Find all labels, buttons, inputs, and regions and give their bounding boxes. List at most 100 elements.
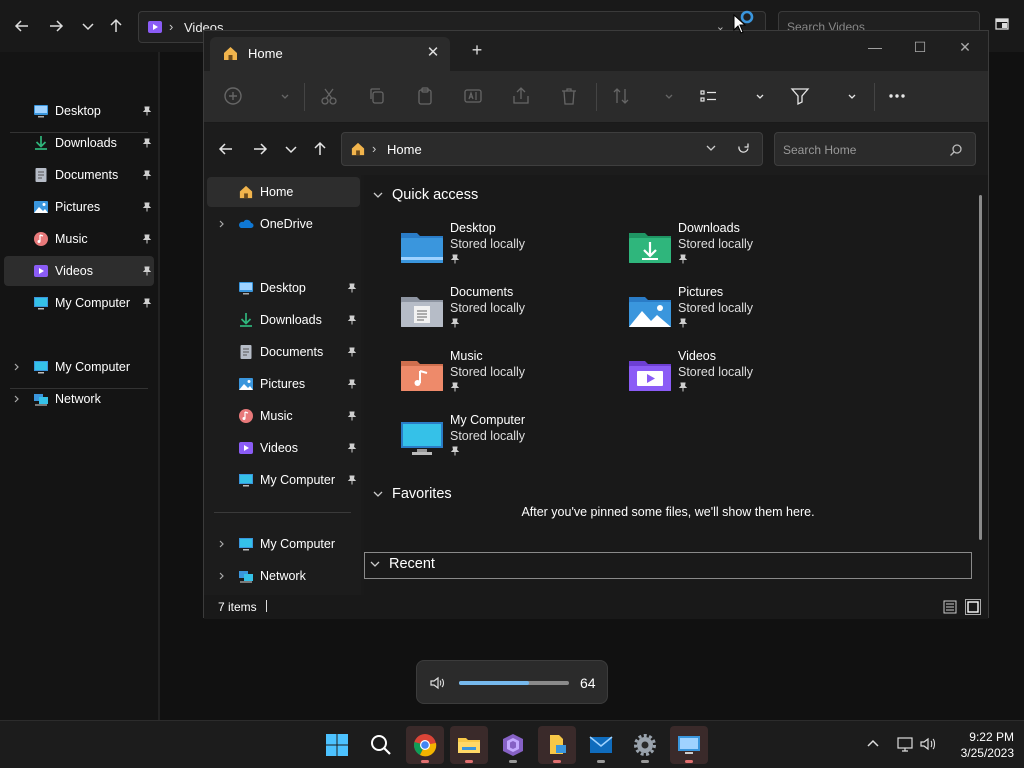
recent-header[interactable]: Recent: [364, 552, 972, 579]
favorites-header[interactable]: Favorites: [372, 486, 452, 502]
rename-icon[interactable]: [462, 85, 484, 107]
nav-item-my-computer[interactable]: My Computer: [207, 529, 360, 559]
close-window-button[interactable]: ✕: [950, 35, 980, 59]
quick-access-item-desktop[interactable]: Desktop Stored locally: [400, 221, 610, 277]
quick-access-item-downloads[interactable]: Downloads Stored locally: [628, 221, 838, 277]
sidebar-item-network[interactable]: Network: [4, 384, 154, 414]
sort-icon[interactable]: [610, 85, 632, 107]
view-icon[interactable]: [698, 85, 720, 107]
sidebar-item-music[interactable]: Music: [4, 224, 154, 254]
sort-dropdown-chevron-icon[interactable]: [658, 85, 680, 107]
show-hidden-icons-chevron-icon[interactable]: [864, 735, 882, 753]
home-icon: [350, 141, 366, 157]
desktop-folder-icon: [400, 229, 444, 265]
details-view-icon[interactable]: [943, 600, 957, 614]
volume-slider[interactable]: [459, 681, 569, 685]
new-tab-button[interactable]: +: [467, 40, 487, 60]
pane-divider[interactable]: [158, 52, 160, 720]
expand-chevron-icon[interactable]: [217, 571, 227, 581]
copy-icon[interactable]: [366, 85, 388, 107]
quick-access-item-videos[interactable]: Videos Stored locally: [628, 349, 838, 405]
nav-item-downloads[interactable]: Downloads: [207, 305, 360, 335]
collapse-chevron-icon[interactable]: [372, 189, 386, 201]
clock[interactable]: 9:22 PM 3/25/2023: [948, 729, 1014, 761]
breadcrumb-chevron-icon: ›: [169, 19, 174, 34]
nav-item-desktop[interactable]: Desktop: [207, 273, 360, 303]
back-arrow-icon[interactable]: [12, 16, 32, 36]
expand-chevron-icon[interactable]: [217, 539, 227, 549]
taskbar-search-button[interactable]: [362, 726, 400, 764]
taskbar-file-transfer[interactable]: [538, 726, 576, 764]
taskbar-chrome[interactable]: [406, 726, 444, 764]
close-tab-icon[interactable]: ✕: [424, 44, 442, 62]
collapse-chevron-icon[interactable]: [369, 558, 383, 570]
volume-tray-icon[interactable]: [919, 735, 937, 753]
sidebar-item-desktop[interactable]: Desktop: [4, 96, 154, 126]
nav-item-network[interactable]: Network: [207, 561, 360, 591]
search-box[interactable]: Search Home: [774, 132, 976, 166]
minimize-button[interactable]: —: [860, 35, 890, 59]
paste-icon[interactable]: [414, 85, 436, 107]
new-item-icon[interactable]: [222, 85, 244, 107]
share-icon[interactable]: [510, 85, 532, 107]
nav-item-pictures[interactable]: Pictures: [207, 369, 360, 399]
breadcrumb-chevron-icon[interactable]: ›: [372, 141, 376, 156]
nav-item-label: Documents: [260, 345, 324, 359]
sidebar-item-downloads[interactable]: Downloads: [4, 128, 154, 158]
cut-icon[interactable]: [318, 85, 340, 107]
up-arrow-icon[interactable]: [310, 139, 330, 159]
speaker-icon[interactable]: [429, 675, 445, 691]
nav-item-videos[interactable]: Videos: [207, 433, 360, 463]
quick-access-item-pictures[interactable]: Pictures Stored locally: [628, 285, 838, 341]
new-dropdown-chevron-icon[interactable]: [274, 85, 296, 107]
taskbar-file-explorer[interactable]: [450, 726, 488, 764]
sidebar-item-documents[interactable]: Documents: [4, 160, 154, 190]
snap-layout-icon[interactable]: [994, 16, 1010, 32]
search-icon[interactable]: [949, 143, 963, 157]
quick-access-header[interactable]: Quick access: [372, 187, 478, 203]
taskbar-visual-studio[interactable]: [494, 726, 532, 764]
view-dropdown-chevron-icon[interactable]: [749, 85, 771, 107]
maximize-button[interactable]: ☐: [905, 35, 935, 59]
taskbar-settings[interactable]: [626, 726, 664, 764]
expand-chevron-icon[interactable]: [12, 362, 22, 372]
nav-item-onedrive[interactable]: OneDrive: [207, 209, 360, 239]
recent-locations-chevron-icon[interactable]: [281, 139, 301, 159]
expand-chevron-icon[interactable]: [12, 394, 22, 404]
collapse-chevron-icon[interactable]: [372, 488, 386, 500]
back-arrow-icon[interactable]: [216, 139, 236, 159]
expand-chevron-icon[interactable]: [217, 219, 227, 229]
start-button[interactable]: [318, 726, 356, 764]
item-location: Stored locally: [450, 365, 526, 379]
delete-icon[interactable]: [558, 85, 580, 107]
address-dropdown-icon[interactable]: [704, 141, 718, 155]
up-arrow-icon[interactable]: [106, 16, 126, 36]
forward-arrow-icon[interactable]: [250, 139, 270, 159]
nav-item-music[interactable]: Music: [207, 401, 360, 431]
filter-dropdown-chevron-icon[interactable]: [841, 85, 863, 107]
nav-item-my-computer[interactable]: My Computer: [207, 465, 360, 495]
downloads-folder-icon: [628, 229, 672, 265]
address-bar[interactable]: › Home: [341, 132, 763, 166]
sidebar-item-videos[interactable]: Videos: [4, 256, 154, 286]
filter-icon[interactable]: [789, 85, 811, 107]
tab-home[interactable]: Home ✕: [210, 37, 450, 71]
tiles-view-icon[interactable]: [965, 599, 981, 615]
quick-access-item-music[interactable]: Music Stored locally: [400, 349, 610, 405]
nav-item-home[interactable]: Home: [207, 177, 360, 207]
sidebar-item-my-computer[interactable]: My Computer: [4, 288, 154, 318]
forward-arrow-icon[interactable]: [46, 16, 66, 36]
sidebar-item-label: Videos: [55, 264, 93, 278]
nav-item-documents[interactable]: Documents: [207, 337, 360, 367]
more-options-icon[interactable]: [886, 85, 908, 107]
quick-access-item-my-computer[interactable]: My Computer Stored locally: [400, 413, 610, 469]
taskbar-control-panel[interactable]: [670, 726, 708, 764]
refresh-icon[interactable]: [736, 141, 751, 156]
taskbar-mail[interactable]: [582, 726, 620, 764]
sidebar-item-pictures[interactable]: Pictures: [4, 192, 154, 222]
quick-access-item-documents[interactable]: Documents Stored locally: [400, 285, 610, 341]
vertical-scrollbar[interactable]: [979, 195, 982, 540]
recent-locations-chevron-icon[interactable]: [78, 16, 98, 36]
sidebar-item-my-computer[interactable]: My Computer: [4, 352, 154, 382]
network-status-icon[interactable]: [896, 735, 914, 753]
